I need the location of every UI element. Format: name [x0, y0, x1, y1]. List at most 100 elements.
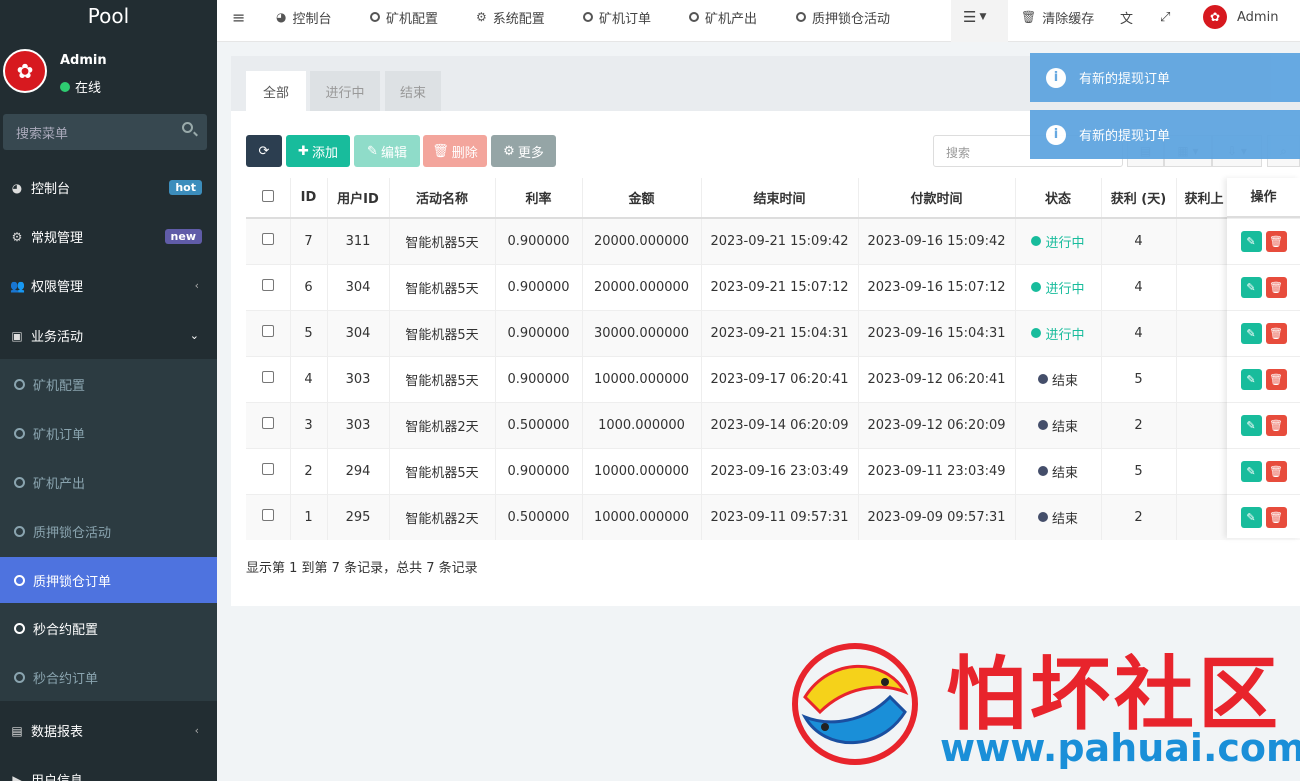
sidebar-subitem-miner-config[interactable]: 矿机配置	[0, 360, 217, 409]
table-cell: 智能机器5天	[389, 217, 496, 264]
row-edit-button[interactable]: ✎	[1240, 461, 1262, 482]
nav-tab-staking-activity[interactable]: 质押锁仓活动	[796, 0, 890, 34]
table-cell: 5	[290, 309, 328, 356]
table-row[interactable]: 4 303 智能机器5天 0.900000 10000.000000 2023-09-17…	[246, 355, 1300, 402]
row-checkbox[interactable]	[261, 233, 274, 246]
row-select-cell[interactable]	[246, 217, 291, 264]
sidebar-subitem-contract-config[interactable]: 秒合约配置	[0, 604, 217, 653]
edit-button[interactable]: ✎ 编辑	[354, 135, 420, 167]
notification-toast[interactable]: i 有新的提现订单	[1030, 110, 1300, 159]
table-cell: 2	[290, 447, 328, 494]
row-edit-button[interactable]: ✎	[1240, 323, 1262, 344]
sidebar-item-user-info[interactable]: ▶ 用户信息	[0, 755, 217, 781]
table-row[interactable]: 2 294 智能机器5天 0.900000 10000.000000 2023-09-16…	[246, 447, 1300, 494]
sidebar-subitem-miner-output[interactable]: 矿机产出	[0, 458, 217, 507]
fullscreen-icon[interactable]: ⤢	[1160, 0, 1170, 34]
avatar[interactable]: ✿	[1203, 5, 1227, 29]
top-user-name[interactable]: Admin	[1237, 0, 1278, 34]
avatar[interactable]: ✿	[3, 49, 47, 93]
row-delete-button[interactable]: 🗑	[1265, 277, 1287, 298]
column-header[interactable]: 结束时间	[701, 178, 859, 219]
row-checkbox[interactable]	[261, 279, 274, 291]
row-delete-button[interactable]: 🗑	[1265, 323, 1287, 344]
row-delete-button[interactable]: 🗑	[1265, 231, 1287, 252]
row-select-cell[interactable]	[246, 493, 291, 540]
column-header[interactable]: 付款时间	[858, 178, 1016, 219]
row-edit-button[interactable]: ✎	[1240, 507, 1262, 528]
row-select-cell[interactable]	[246, 401, 291, 448]
sidebar-item-dashboard[interactable]: ◕ 控制台 hot	[0, 163, 217, 212]
tab-all[interactable]: 全部	[246, 71, 306, 111]
column-header[interactable]: 金额	[582, 178, 702, 219]
tab-ended[interactable]: 结束	[385, 71, 441, 111]
ops-header: 操作	[1227, 178, 1300, 218]
sidebar-subitem-contract-orders[interactable]: 秒合约订单	[0, 653, 217, 702]
tab-in-progress[interactable]: 进行中	[310, 71, 380, 111]
row-delete-button[interactable]: 🗑	[1265, 415, 1287, 436]
row-delete-button[interactable]: 🗑	[1265, 461, 1287, 482]
column-header[interactable]: 用户ID	[327, 178, 390, 219]
nav-tab-dashboard[interactable]: ◕ 控制台	[276, 0, 332, 34]
new-badge: new	[164, 229, 202, 244]
table-cell: 2023-09-16 15:09:42	[858, 217, 1016, 264]
table-row[interactable]: 3 303 智能机器2天 0.500000 1000.000000 2023-09-14 …	[246, 401, 1300, 448]
more-button[interactable]: ⚙ 更多	[491, 135, 556, 167]
column-header[interactable]: 状态	[1015, 178, 1102, 219]
nav-tab-miner-config[interactable]: 矿机配置	[370, 0, 438, 34]
circle-icon	[14, 526, 25, 537]
row-checkbox[interactable]	[261, 463, 274, 475]
sidebar-subitem-miner-orders[interactable]: 矿机订单	[0, 409, 217, 458]
row-edit-button[interactable]: ✎	[1240, 415, 1262, 436]
table-cell: 304	[327, 263, 390, 310]
row-delete-button[interactable]: 🗑	[1265, 369, 1287, 390]
row-select-cell[interactable]	[246, 355, 291, 402]
sidebar-item-reports[interactable]: ▤ 数据报表 ‹	[0, 706, 217, 755]
menu-toggle-icon[interactable]: ≡	[232, 0, 245, 34]
clear-cache-button[interactable]: 🗑 清除缓存	[1021, 0, 1094, 34]
row-checkbox[interactable]	[261, 509, 274, 522]
row-select-cell[interactable]	[246, 263, 291, 310]
sidebar-item-permissions[interactable]: 👥 权限管理 ‹	[0, 261, 217, 310]
row-edit-button[interactable]: ✎	[1240, 277, 1262, 298]
sidebar-subitem-staking-orders[interactable]: 质押锁仓订单	[0, 557, 217, 603]
row-select-cell[interactable]	[246, 447, 291, 494]
add-button[interactable]: ✚ 添加	[286, 135, 350, 167]
translate-icon[interactable]: 文	[1120, 0, 1133, 34]
table-row[interactable]: 6 304 智能机器5天 0.900000 20000.000000 2023-09-21…	[246, 263, 1300, 310]
row-edit-button[interactable]: ✎	[1240, 231, 1262, 252]
column-header[interactable]: ID	[290, 178, 328, 219]
column-header[interactable]: 活动名称	[389, 178, 496, 219]
nav-tab-miner-output[interactable]: 矿机产出	[689, 0, 757, 34]
nav-tab-miner-orders[interactable]: 矿机订单	[583, 0, 651, 34]
nav-tab-system-config[interactable]: ⚙ 系统配置	[476, 0, 545, 34]
table-row[interactable]: 7 311 智能机器5天 0.900000 20000.000000 2023-09-21…	[246, 217, 1300, 264]
row-edit-button[interactable]: ✎	[1240, 369, 1262, 390]
row-checkbox[interactable]	[261, 417, 274, 429]
row-checkbox[interactable]	[261, 371, 274, 383]
row-delete-button[interactable]: 🗑	[1265, 507, 1287, 528]
table-cell: 0.900000	[495, 309, 583, 356]
dashboard-icon: ◕	[276, 10, 287, 24]
row-checkbox[interactable]	[261, 325, 274, 337]
search-icon[interactable]	[182, 122, 193, 133]
table-cell: 20000.000000	[582, 263, 702, 310]
delete-button[interactable]: 🗑 删除	[423, 135, 487, 167]
app-logo[interactable]: Pool	[0, 0, 217, 35]
table-row[interactable]: 5 304 智能机器5天 0.900000 30000.000000 2023-09-21…	[246, 309, 1300, 356]
status-badge: 进行中	[1031, 232, 1085, 251]
sidebar-item-business[interactable]: ▣ 业务活动 ⌄	[0, 311, 217, 360]
user-status: 在线	[60, 77, 101, 96]
menu-search-input[interactable]: 搜索菜单	[3, 114, 207, 150]
column-header[interactable]: 利率	[495, 178, 583, 219]
select-all-checkbox[interactable]	[261, 189, 274, 202]
column-header[interactable]: 获利 (天)	[1101, 178, 1177, 219]
row-select-cell[interactable]	[246, 309, 291, 356]
sidebar-subitem-staking-activity[interactable]: 质押锁仓活动	[0, 507, 217, 556]
notification-toast[interactable]: i 有新的提现订单	[1030, 53, 1300, 102]
sidebar-item-general[interactable]: ⚙ 常规管理 new	[0, 212, 217, 261]
table-cell: 0.500000	[495, 493, 583, 540]
refresh-button[interactable]: ⟳	[246, 135, 282, 167]
table-row[interactable]: 1 295 智能机器2天 0.500000 10000.000000 2023-09-11…	[246, 493, 1300, 540]
list-menu-icon[interactable]: ☰ ▼	[963, 0, 986, 34]
select-all-cell[interactable]	[246, 178, 291, 219]
